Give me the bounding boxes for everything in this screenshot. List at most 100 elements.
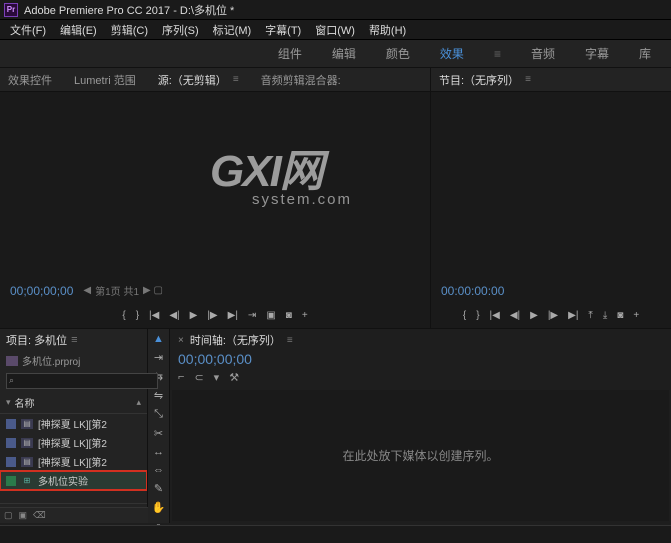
project-item-label: [神探夏 LK][第2 bbox=[38, 435, 107, 450]
timeline-drop-area[interactable]: 在此处放下媒体以创建序列。 bbox=[172, 390, 669, 521]
linked-selection-icon[interactable]: ⊂ bbox=[194, 371, 203, 384]
tab-program[interactable]: 节目:（无序列） bbox=[439, 72, 519, 88]
source-frame-nav: ◀ 第1页 共1 ▶ ▢ bbox=[83, 283, 163, 298]
tab-effect-controls[interactable]: 效果控件 bbox=[8, 72, 52, 88]
rate-stretch-tool-icon[interactable]: ⤡ bbox=[151, 408, 167, 421]
project-menu-icon[interactable]: ≡ bbox=[71, 334, 77, 346]
source-transport: { } |◀ ◀| ▶ |▶ ▶| ⇥ ▣ ◙ + bbox=[0, 302, 430, 328]
p-mark-out-icon[interactable]: } bbox=[476, 310, 479, 321]
menu-clip[interactable]: 剪辑(C) bbox=[105, 20, 154, 40]
timeline-menu-icon[interactable]: ≡ bbox=[287, 335, 293, 346]
slide-tool-icon[interactable]: ⇔ bbox=[151, 464, 167, 476]
slip-tool-icon[interactable]: ↔ bbox=[151, 446, 167, 458]
export-frame-icon[interactable]: ◙ bbox=[286, 310, 292, 321]
tab-source[interactable]: 源:（无剪辑） bbox=[158, 72, 227, 88]
workspace-tab-libraries[interactable]: 库 bbox=[639, 45, 651, 62]
go-out-icon[interactable]: ▶| bbox=[228, 310, 238, 321]
tab-audio-clip-mixer[interactable]: 音频剪辑混合器: bbox=[261, 72, 341, 88]
menu-marker[interactable]: 标记(M) bbox=[207, 20, 258, 40]
frame-next-icon[interactable]: ▶ ▢ bbox=[143, 285, 163, 296]
snap-icon[interactable]: ⌐ bbox=[178, 371, 184, 384]
source-viewer[interactable] bbox=[0, 92, 430, 279]
workspace-tabs: 组件 编辑 颜色 效果 ≡ 音频 字幕 库 bbox=[0, 40, 671, 68]
p-export-frame-icon[interactable]: ◙ bbox=[617, 310, 623, 321]
menu-bar: 文件(F) 编辑(E) 剪辑(C) 序列(S) 标记(M) 字幕(T) 窗口(W… bbox=[0, 20, 671, 40]
step-back-icon[interactable]: ◀| bbox=[169, 310, 179, 321]
workspace-menu-icon[interactable]: ≡ bbox=[494, 47, 501, 61]
p-extract-icon[interactable]: ⤓ bbox=[603, 310, 607, 321]
mini-clear-icon[interactable]: ⌫ bbox=[33, 510, 46, 521]
column-twirl-icon[interactable]: ▾ bbox=[6, 397, 11, 408]
menu-window[interactable]: 窗口(W) bbox=[309, 20, 361, 40]
p-go-in-icon[interactable]: |◀ bbox=[490, 310, 500, 321]
track-select-tool-icon[interactable]: ⇥ bbox=[151, 351, 167, 364]
timeline-panel: × 时间轴:（无序列） ≡ 00;00;00;00 ⌐ ⊂ ▾ ⚒ 在此处放下媒… bbox=[170, 329, 671, 523]
project-item-sequence[interactable]: ⊞ 多机位实验 bbox=[0, 471, 147, 490]
menu-edit[interactable]: 编辑(E) bbox=[54, 20, 103, 40]
p-play-icon[interactable]: ▶ bbox=[530, 310, 538, 321]
tools-panel: ▲ ⇥ ⇆ ⇋ ⤡ ✂ ↔ ⇔ ✎ ✋ ⌕ bbox=[148, 329, 170, 523]
mini-new-item-icon[interactable]: ▣ bbox=[19, 510, 28, 521]
program-transport: { } |◀ ◀| ▶ |▶ ▶| ⤒ ⤓ ◙ + bbox=[431, 302, 671, 328]
column-name[interactable]: 名称 bbox=[15, 395, 35, 410]
window-title: Adobe Premiere Pro CC 2017 - D:\多机位 * bbox=[24, 2, 234, 18]
workspace-tab-audio[interactable]: 音频 bbox=[531, 45, 555, 62]
project-item-label: [神探夏 LK][第2 bbox=[38, 454, 107, 469]
mark-out-icon[interactable]: } bbox=[136, 310, 139, 321]
clip-icon: ▤ bbox=[21, 419, 33, 429]
workspace-tab-effects[interactable]: 效果 bbox=[440, 45, 464, 62]
overwrite-icon[interactable]: ▣ bbox=[266, 310, 275, 321]
mark-in-icon[interactable]: { bbox=[122, 310, 125, 321]
step-fwd-icon[interactable]: |▶ bbox=[207, 310, 217, 321]
p-go-out-icon[interactable]: ▶| bbox=[568, 310, 578, 321]
menu-title[interactable]: 字幕(T) bbox=[259, 20, 307, 40]
source-timecode[interactable]: 00;00;00;00 bbox=[10, 284, 73, 298]
rolling-tool-icon[interactable]: ⇋ bbox=[151, 389, 167, 402]
p-mark-in-icon[interactable]: { bbox=[463, 310, 466, 321]
settings-icon[interactable]: ⚒ bbox=[229, 371, 239, 384]
close-timeline-icon[interactable]: × bbox=[178, 335, 184, 346]
frame-prev-icon[interactable]: ◀ bbox=[83, 285, 91, 296]
menu-help[interactable]: 帮助(H) bbox=[363, 20, 412, 40]
source-tab-menu-icon[interactable]: ≡ bbox=[233, 74, 239, 85]
pen-tool-icon[interactable]: ✎ bbox=[151, 482, 167, 495]
project-item-label: [神探夏 LK][第2 bbox=[38, 416, 107, 431]
mini-new-bin-icon[interactable]: ▢ bbox=[4, 510, 13, 521]
search-icon: ⌕ bbox=[9, 375, 14, 386]
project-search-input[interactable] bbox=[6, 373, 158, 389]
p-step-back-icon[interactable]: ◀| bbox=[510, 310, 520, 321]
clip-icon: ▤ bbox=[21, 457, 33, 467]
play-icon[interactable]: ▶ bbox=[190, 310, 198, 321]
razor-tool-icon[interactable]: ✂ bbox=[151, 427, 167, 440]
project-item[interactable]: ▤ [神探夏 LK][第2 bbox=[0, 452, 147, 471]
program-timecode[interactable]: 00:00:00:00 bbox=[441, 284, 504, 298]
insert-icon[interactable]: ⇥ bbox=[248, 310, 256, 321]
p-step-fwd-icon[interactable]: |▶ bbox=[548, 310, 558, 321]
app-logo: Pr bbox=[4, 3, 18, 17]
add-button-icon[interactable]: + bbox=[302, 310, 308, 321]
workspace-tab-assembly[interactable]: 组件 bbox=[278, 45, 302, 62]
p-lift-icon[interactable]: ⤒ bbox=[588, 310, 592, 321]
program-tab-menu-icon[interactable]: ≡ bbox=[525, 74, 531, 85]
p-add-button-icon[interactable]: + bbox=[633, 310, 639, 321]
workspace-tab-editing[interactable]: 编辑 bbox=[332, 45, 356, 62]
project-item[interactable]: ▤ [神探夏 LK][第2 bbox=[0, 414, 147, 433]
marker-icon[interactable]: ▾ bbox=[214, 371, 220, 384]
menu-file[interactable]: 文件(F) bbox=[4, 20, 52, 40]
hand-tool-icon[interactable]: ✋ bbox=[151, 501, 167, 514]
workspace-tab-titles[interactable]: 字幕 bbox=[585, 45, 609, 62]
workspace-tab-color[interactable]: 颜色 bbox=[386, 45, 410, 62]
timeline-timecode[interactable]: 00;00;00;00 bbox=[170, 351, 671, 367]
label-swatch bbox=[6, 438, 16, 448]
tab-lumetri-scopes[interactable]: Lumetri 范围 bbox=[74, 72, 136, 88]
project-item-list: ▤ [神探夏 LK][第2 ▤ [神探夏 LK][第2 ▤ [神探夏 LK][第… bbox=[0, 414, 147, 503]
project-panel-title[interactable]: 项目: 多机位 bbox=[6, 332, 67, 348]
menu-sequence[interactable]: 序列(S) bbox=[156, 20, 205, 40]
column-sort-icon[interactable]: ▴ bbox=[136, 397, 141, 408]
label-swatch bbox=[6, 419, 16, 429]
selection-tool-icon[interactable]: ▲ bbox=[151, 333, 167, 345]
project-item[interactable]: ▤ [神探夏 LK][第2 bbox=[0, 433, 147, 452]
go-in-icon[interactable]: |◀ bbox=[149, 310, 159, 321]
program-viewer[interactable] bbox=[431, 92, 671, 280]
timeline-title[interactable]: 时间轴:（无序列） bbox=[190, 332, 281, 348]
